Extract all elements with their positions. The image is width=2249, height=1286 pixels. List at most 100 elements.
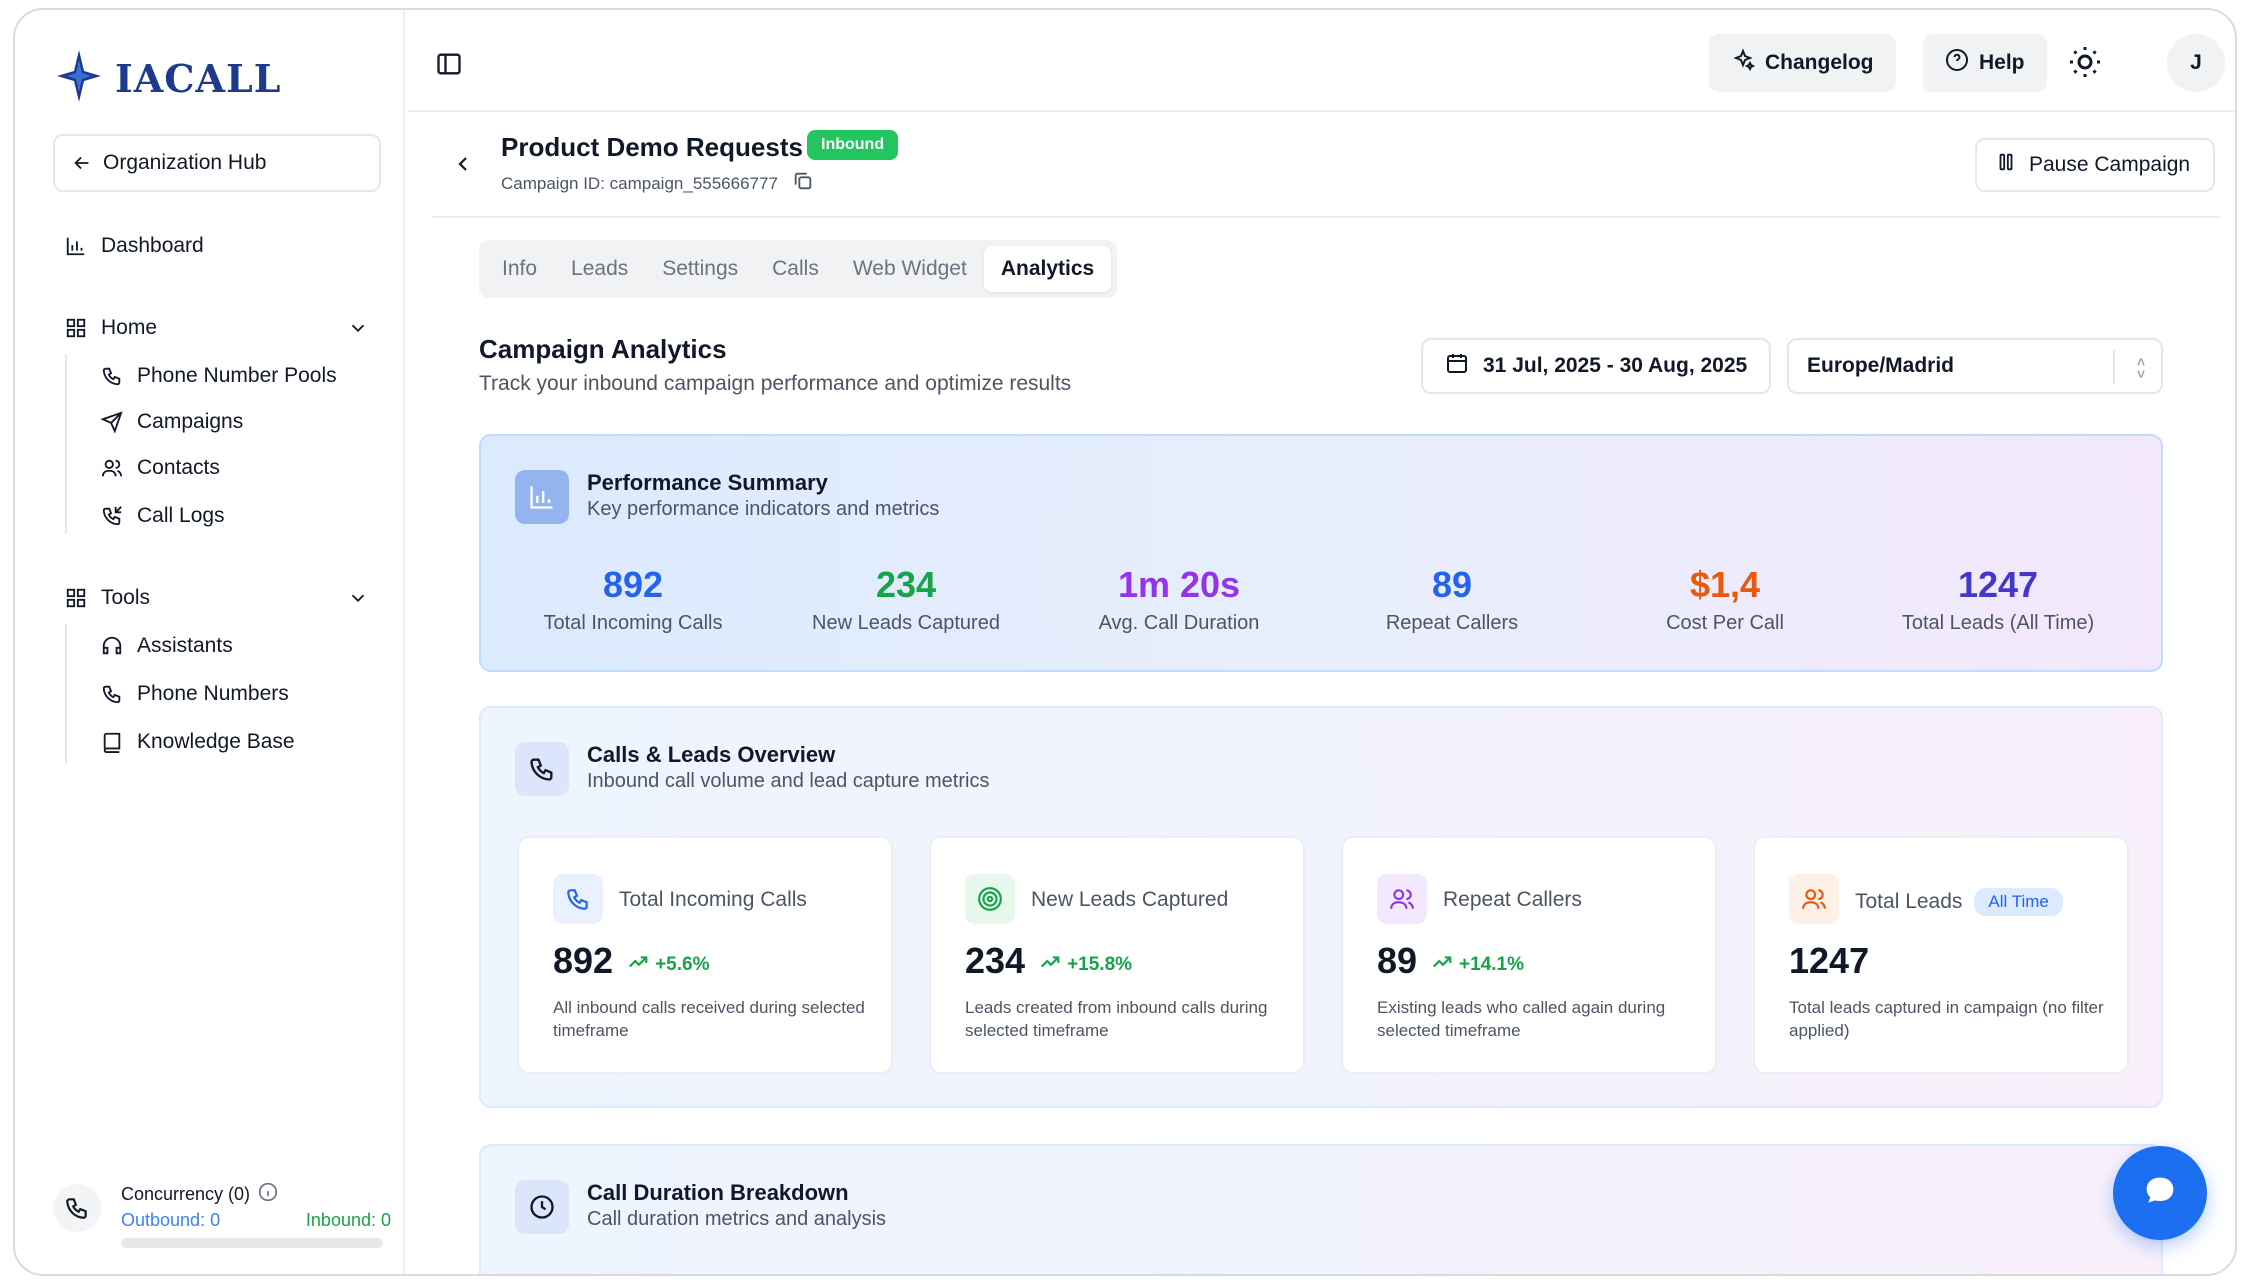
headset-icon <box>101 635 123 657</box>
sidebar-item-knowledge-base[interactable]: Knowledge Base <box>101 730 295 754</box>
trending-up-icon <box>627 951 649 979</box>
metric-delta-text: +14.1% <box>1459 954 1525 975</box>
tab-leads[interactable]: Leads <box>554 246 645 292</box>
concurrency-label: Concurrency (0) <box>121 1184 251 1204</box>
pause-campaign-button[interactable]: Pause Campaign <box>1975 138 2215 192</box>
kpi-cost-per-call: $1,4 Cost Per Call <box>1589 564 1861 635</box>
kpi-value: 1m 20s <box>1117 564 1241 605</box>
target-icon <box>965 874 1015 924</box>
concurrency-title: Concurrency (0) <box>121 1182 278 1207</box>
metric-card-total-leads: Total Leads All Time 1247 Total leads ca… <box>1753 836 2129 1074</box>
copy-icon[interactable] <box>792 170 814 197</box>
kpi-new-leads-captured: 234 New Leads Captured <box>770 564 1042 635</box>
sidebar: IACALL Organization Hub Dashboard Home P… <box>15 10 405 1274</box>
calendar-icon <box>1445 351 1469 381</box>
assistants-label: Assistants <box>137 634 233 657</box>
organization-hub-label: Organization Hub <box>103 151 267 174</box>
inbound-count: Inbound: 0 <box>305 1210 391 1230</box>
home-label: Home <box>101 316 158 339</box>
call-duration-breakdown-card: Call Duration Breakdown Call duration me… <box>479 1144 2163 1274</box>
top-bar: Changelog Help J <box>407 10 2235 112</box>
info-icon[interactable] <box>258 1182 278 1207</box>
sidebar-item-dashboard[interactable]: Dashboard <box>65 234 204 258</box>
phone-icon <box>101 683 123 705</box>
bar-chart-icon <box>515 470 569 524</box>
users-icon <box>1789 874 1839 924</box>
metric-card-new-leads-captured: New Leads Captured 234 +15.8% Leads crea… <box>929 836 1305 1074</box>
header-divider <box>431 216 2221 218</box>
contacts-label: Contacts <box>137 456 220 479</box>
calls-leads-overview-card: Calls & Leads Overview Inbound call volu… <box>479 706 2163 1108</box>
metric-value: 1247 <box>1789 940 1870 981</box>
phone-icon <box>515 742 569 796</box>
chevron-left-icon[interactable] <box>451 152 475 181</box>
metric-title: Total Incoming Calls <box>619 888 807 912</box>
kpi-value: 234 <box>875 564 937 605</box>
metric-value: 234 <box>965 940 1026 981</box>
metric-description: Existing leads who called again during s… <box>1377 998 1666 1040</box>
metric-title-text: Repeat Callers <box>1443 888 1582 911</box>
trending-up-icon <box>1039 951 1061 979</box>
pause-icon <box>1995 151 2017 179</box>
tab-web-widget[interactable]: Web Widget <box>836 246 984 292</box>
timezone-select[interactable]: Europe/Madrid ˄ ˅ <box>1787 338 2163 394</box>
sidebar-item-campaigns[interactable]: Campaigns <box>101 410 243 434</box>
chat-button[interactable] <box>2113 1146 2207 1240</box>
campaigns-label: Campaigns <box>137 410 244 433</box>
phone-number-pools-label: Phone Number Pools <box>137 364 337 387</box>
avatar[interactable]: J <box>2167 34 2225 92</box>
metric-value-row: 892 +5.6% <box>553 940 709 982</box>
analytics-title: Campaign Analytics <box>479 334 727 364</box>
sun-icon[interactable] <box>2067 44 2103 85</box>
clock-icon <box>515 1180 569 1234</box>
kpi-value: 892 <box>602 564 664 605</box>
inbound-badge: Inbound <box>807 130 899 160</box>
kpi-total-leads-all-time: 1247 Total Leads (All Time) <box>1862 564 2134 635</box>
performance-title: Performance Summary <box>587 470 828 495</box>
app-window: IACALL Organization Hub Dashboard Home P… <box>13 8 2237 1276</box>
sidebar-item-phone-numbers[interactable]: Phone Numbers <box>101 682 289 706</box>
date-range-picker[interactable]: 31 Jul, 2025 - 30 Aug, 2025 <box>1421 338 1771 394</box>
date-range-label: 31 Jul, 2025 - 30 Aug, 2025 <box>1483 354 1748 377</box>
changelog-label: Changelog <box>1765 51 1874 74</box>
phone-pool-icon <box>101 365 123 387</box>
sidebar-toggle-icon[interactable] <box>435 50 463 83</box>
duration-title: Call Duration Breakdown <box>587 1180 849 1205</box>
kpi-label: Total Incoming Calls <box>543 612 723 634</box>
changelog-button[interactable]: Changelog <box>1709 34 1896 92</box>
sidebar-group-tools[interactable]: Tools <box>65 586 395 610</box>
sidebar-item-assistants[interactable]: Assistants <box>101 634 233 658</box>
tab-analytics[interactable]: Analytics <box>983 246 1112 292</box>
arrow-left-icon <box>71 152 93 174</box>
timezone-value: Europe/Madrid <box>1807 354 1955 377</box>
users-icon <box>1377 874 1427 924</box>
send-icon <box>101 411 123 433</box>
organization-hub-button[interactable]: Organization Hub <box>53 134 381 192</box>
metric-delta-text: +5.6% <box>655 954 710 975</box>
tab-calls[interactable]: Calls <box>755 246 836 292</box>
tab-info[interactable]: Info <box>485 246 554 292</box>
campaign-id: Campaign ID: campaign_555666777 <box>501 170 814 197</box>
sidebar-group-home[interactable]: Home <box>65 316 395 340</box>
kpi-total-incoming-calls: 892 Total Incoming Calls <box>497 564 769 635</box>
help-button[interactable]: Help <box>1923 34 2047 92</box>
help-circle-icon <box>1945 48 1969 78</box>
sidebar-item-call-logs[interactable]: Call Logs <box>101 504 225 528</box>
home-submenu <box>65 354 67 534</box>
sidebar-item-phone-number-pools[interactable]: Phone Number Pools <box>101 364 337 388</box>
phone-incoming-icon <box>101 505 123 527</box>
logo[interactable]: IACALL <box>57 50 281 107</box>
metric-value: 892 <box>553 940 614 981</box>
metric-value-row: 234 +15.8% <box>965 940 1132 982</box>
trending-up-icon <box>1431 951 1453 979</box>
metric-title-text: Total Incoming Calls <box>619 888 807 911</box>
metric-description: Leads created from inbound calls during … <box>965 998 1268 1040</box>
tools-submenu <box>65 624 67 764</box>
overview-subtitle: Inbound call volume and lead capture met… <box>587 770 990 792</box>
tab-settings[interactable]: Settings <box>645 246 755 292</box>
tools-label: Tools <box>101 586 151 609</box>
phone-icon <box>53 1184 101 1232</box>
chevron-updown-icon: ˄ ˅ <box>2136 354 2145 382</box>
sidebar-item-contacts[interactable]: Contacts <box>101 456 220 480</box>
all-time-badge: All Time <box>1974 888 2063 916</box>
